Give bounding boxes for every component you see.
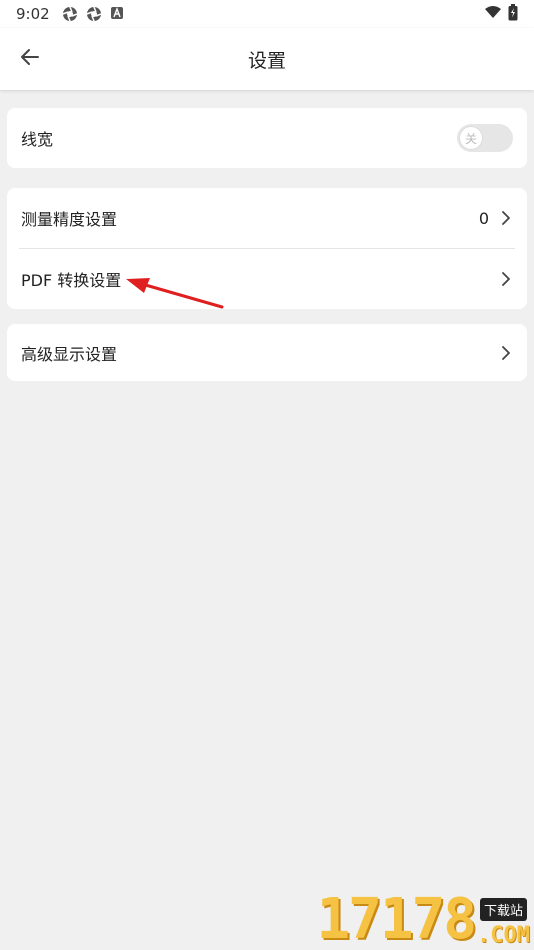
watermark-tag: 下载站 bbox=[480, 898, 528, 921]
chevron-right-icon bbox=[499, 211, 513, 225]
advanced-display-setting-row[interactable]: 高级显示设置 bbox=[7, 324, 527, 381]
status-bar: 9:02 bbox=[0, 0, 534, 28]
page-title: 设置 bbox=[247, 49, 286, 72]
chevron-right-icon bbox=[499, 272, 513, 286]
arrow-left-icon bbox=[20, 47, 40, 71]
precision-setting-row[interactable]: 测量精度设置 0 bbox=[7, 188, 527, 248]
chevron-right-icon bbox=[499, 345, 513, 360]
pdf-convert-setting-label: PDF 转换设置 bbox=[21, 271, 122, 290]
line-width-toggle[interactable]: 关 bbox=[457, 124, 513, 152]
battery-icon bbox=[508, 3, 518, 25]
app-bar: 设置 bbox=[0, 28, 534, 90]
aperture-icon bbox=[86, 6, 102, 22]
watermark-digits: 17178 bbox=[316, 887, 477, 950]
line-width-card: 线宽 关 bbox=[7, 108, 527, 168]
precision-setting-label: 测量精度设置 bbox=[21, 210, 118, 229]
watermark-domain: .COM bbox=[477, 923, 530, 948]
advanced-display-setting-label: 高级显示设置 bbox=[21, 344, 118, 364]
measure-card: 测量精度设置 0 PDF 转换设置 bbox=[7, 188, 527, 309]
status-right-icons bbox=[484, 3, 518, 25]
site-watermark: 17178 下载站 .COM bbox=[316, 887, 530, 950]
precision-value: 0 bbox=[478, 208, 489, 228]
advanced-card: 高级显示设置 bbox=[7, 324, 527, 381]
line-width-label: 线宽 bbox=[21, 130, 54, 149]
pdf-convert-setting-row[interactable]: PDF 转换设置 bbox=[7, 249, 527, 309]
toggle-state-text: 关 bbox=[464, 131, 477, 146]
watermark-side: 下载站 .COM bbox=[477, 898, 530, 948]
toggle-knob: 关 bbox=[459, 126, 483, 150]
status-time: 9:02 bbox=[16, 5, 50, 23]
line-width-row: 线宽 关 bbox=[7, 108, 527, 168]
wifi-icon bbox=[484, 5, 502, 23]
back-button[interactable] bbox=[14, 43, 46, 75]
a-box-icon bbox=[110, 6, 126, 22]
aperture-icon bbox=[62, 6, 78, 22]
